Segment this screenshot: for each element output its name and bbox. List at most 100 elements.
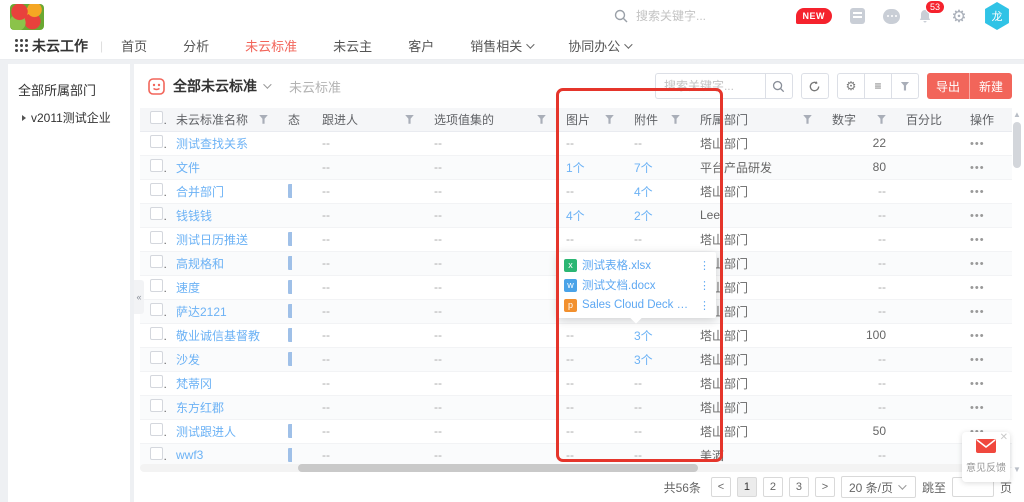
column-header-att[interactable]: 附件 xyxy=(624,108,690,131)
bell-icon[interactable]: 53 xyxy=(916,7,934,25)
list-search-input[interactable] xyxy=(655,73,765,99)
horizontal-scrollbar[interactable] xyxy=(140,464,1010,472)
vertical-scrollbar-thumb[interactable] xyxy=(1013,122,1021,168)
record-name-link[interactable]: 敬业诚信基督教 xyxy=(176,329,260,343)
workspace-title[interactable]: 未云工作 xyxy=(32,36,88,56)
record-name-link[interactable]: 萨达2121 xyxy=(176,305,227,319)
filter-funnel-icon[interactable] xyxy=(605,115,614,124)
row-checkbox[interactable] xyxy=(150,423,163,436)
row-actions-icon[interactable]: ••• xyxy=(970,210,985,222)
nav-item-未云标准[interactable]: 未云标准 xyxy=(245,36,297,55)
notebook-icon[interactable] xyxy=(848,7,866,25)
nav-item-销售相关[interactable]: 销售相关 xyxy=(470,36,532,55)
avatar[interactable]: 龙 xyxy=(984,2,1010,30)
record-name-link[interactable]: 钱钱钱 xyxy=(176,209,212,223)
filter-funnel-icon[interactable] xyxy=(877,115,886,124)
chevron-down-icon[interactable] xyxy=(263,80,271,88)
page-button-2[interactable]: 2 xyxy=(763,477,783,497)
row-checkbox[interactable] xyxy=(150,279,163,292)
gear-icon[interactable]: ⚙ xyxy=(950,7,968,25)
app-launcher-icon[interactable] xyxy=(15,39,18,42)
nav-item-分析[interactable]: 分析 xyxy=(183,36,209,55)
filter-button[interactable] xyxy=(891,73,919,99)
attachment-item[interactable]: x测试表格.xlsx⋮ xyxy=(558,255,716,275)
attachment-count-link[interactable]: 4个 xyxy=(566,209,585,223)
row-checkbox[interactable] xyxy=(150,159,163,172)
column-header-option[interactable]: 选项值集的 xyxy=(424,108,556,131)
row-checkbox[interactable] xyxy=(150,255,163,268)
filter-funnel-icon[interactable] xyxy=(537,115,546,124)
column-header-pic[interactable]: 图片 xyxy=(556,108,624,131)
attachment-item[interactable]: w测试文档.docx⋮ xyxy=(558,275,716,295)
column-header-follow[interactable]: 跟进人 xyxy=(312,108,424,131)
file-name-link[interactable]: 测试表格.xlsx xyxy=(582,257,694,273)
row-actions-icon[interactable]: ••• xyxy=(970,306,985,318)
global-search-input[interactable] xyxy=(636,9,766,23)
column-header-name[interactable]: 未云标准名称 xyxy=(166,108,278,131)
sidebar-collapse-handle[interactable]: « xyxy=(134,280,144,314)
row-actions-icon[interactable]: ••• xyxy=(970,282,985,294)
nav-item-首页[interactable]: 首页 xyxy=(121,36,147,55)
nav-item-未云主[interactable]: 未云主 xyxy=(333,36,372,55)
page-button-1[interactable]: 1 xyxy=(737,477,757,497)
create-button[interactable]: 新建 xyxy=(970,73,1012,99)
record-name-link[interactable]: 测试查找关系 xyxy=(176,137,248,151)
filter-funnel-icon[interactable] xyxy=(671,115,680,124)
page-size-select[interactable]: 20 条/页 xyxy=(841,476,916,498)
file-more-icon[interactable]: ⋮ xyxy=(699,279,710,292)
row-checkbox[interactable] xyxy=(150,135,163,148)
row-actions-icon[interactable]: ••• xyxy=(970,258,985,270)
record-name-link[interactable]: 沙发 xyxy=(176,353,200,367)
row-actions-icon[interactable]: ••• xyxy=(970,354,985,366)
row-actions-icon[interactable]: ••• xyxy=(970,330,985,342)
row-actions-icon[interactable]: ••• xyxy=(970,402,985,414)
row-checkbox[interactable] xyxy=(150,399,163,412)
attachment-count-link[interactable]: 4个 xyxy=(634,185,653,199)
horizontal-scrollbar-thumb[interactable] xyxy=(298,464,698,472)
row-checkbox[interactable] xyxy=(150,183,163,196)
nav-item-客户[interactable]: 客户 xyxy=(408,36,434,55)
file-name-link[interactable]: 测试文档.docx xyxy=(582,277,694,293)
filter-funnel-icon[interactable] xyxy=(259,115,268,124)
view-title[interactable]: 全部未云标准 xyxy=(173,76,257,96)
refresh-button[interactable] xyxy=(801,73,829,99)
row-actions-icon[interactable]: ••• xyxy=(970,186,985,198)
new-badge[interactable]: NEW xyxy=(796,8,833,24)
scroll-up-arrow[interactable]: ▲ xyxy=(1012,110,1022,119)
attachment-item[interactable]: pSales Cloud Deck 2.13 with s...⋮ xyxy=(558,295,716,315)
attachment-count-link[interactable]: 1个 xyxy=(566,161,585,175)
settings-button[interactable]: ⚙ xyxy=(837,73,865,99)
row-actions-icon[interactable]: ••• xyxy=(970,234,985,246)
column-header-ops[interactable]: 操作 xyxy=(960,108,1012,131)
chat-icon[interactable] xyxy=(882,7,900,25)
list-view-button[interactable]: ≡ xyxy=(864,73,892,99)
file-name-link[interactable]: Sales Cloud Deck 2.13 with s... xyxy=(582,299,694,311)
app-logo[interactable] xyxy=(10,4,44,30)
record-name-link[interactable]: 文件 xyxy=(176,161,200,175)
record-name-link[interactable]: wwf3 xyxy=(176,448,203,462)
attachment-count-link[interactable]: 3个 xyxy=(634,329,653,343)
row-checkbox[interactable] xyxy=(150,447,163,460)
record-name-link[interactable]: 高规格和 xyxy=(176,257,224,271)
row-checkbox[interactable] xyxy=(150,327,163,340)
column-header-dept[interactable]: 所属部门 xyxy=(690,108,822,131)
close-icon[interactable]: ✕ xyxy=(1000,432,1008,443)
filter-funnel-icon[interactable] xyxy=(405,115,414,124)
column-header-state[interactable]: 态 xyxy=(278,108,312,131)
next-page-button[interactable]: > xyxy=(815,477,835,497)
export-button[interactable]: 导出 xyxy=(927,73,970,99)
record-name-link[interactable]: 东方红郡 xyxy=(176,401,224,415)
select-all-checkbox[interactable] xyxy=(150,111,163,124)
record-name-link[interactable]: 速度 xyxy=(176,281,200,295)
record-name-link[interactable]: 梵蒂冈 xyxy=(176,377,212,391)
page-button-3[interactable]: 3 xyxy=(789,477,809,497)
row-actions-icon[interactable]: ••• xyxy=(970,162,985,174)
record-name-link[interactable]: 测试跟进人 xyxy=(176,425,236,439)
column-header-pct[interactable]: 百分比 xyxy=(896,108,960,131)
filter-funnel-icon[interactable] xyxy=(803,115,812,124)
feedback-widget[interactable]: ✕ 意见反馈 xyxy=(962,432,1010,482)
row-actions-icon[interactable]: ••• xyxy=(970,378,985,390)
attachment-count-link[interactable]: 2个 xyxy=(634,209,653,223)
row-actions-icon[interactable]: ••• xyxy=(970,138,985,150)
row-checkbox[interactable] xyxy=(150,303,163,316)
